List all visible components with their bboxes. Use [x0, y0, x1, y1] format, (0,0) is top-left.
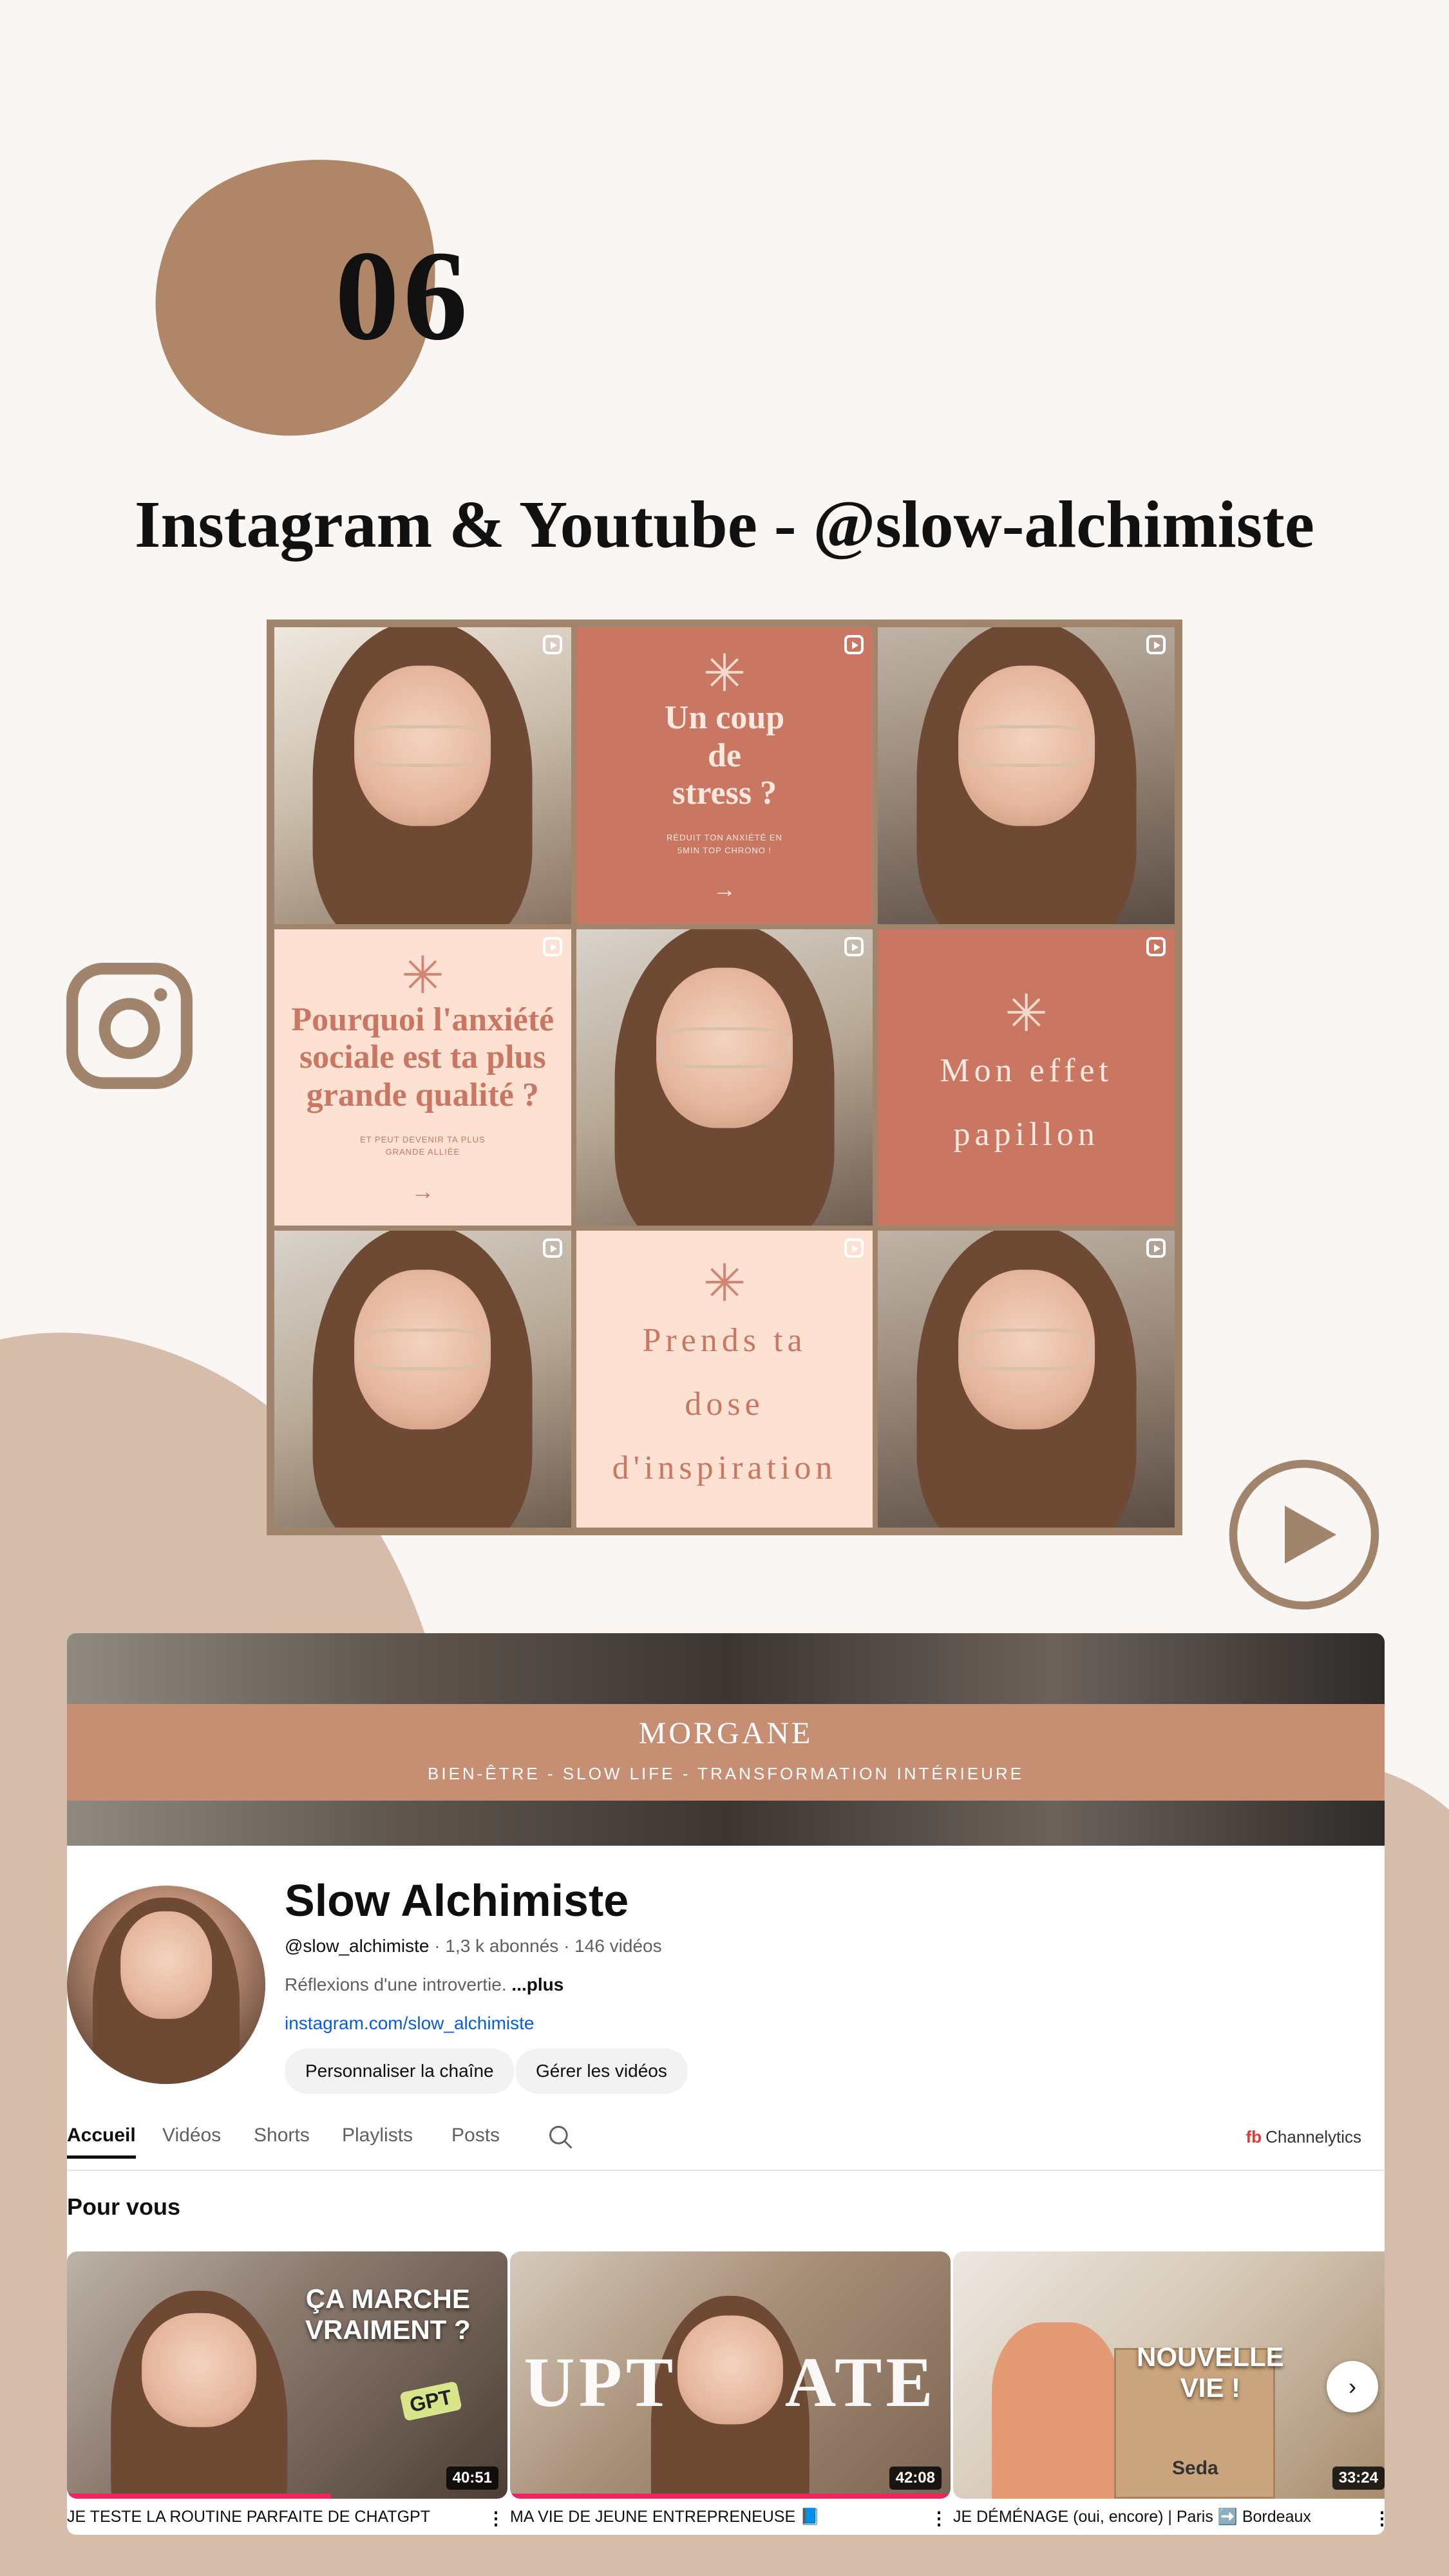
- video-duration: 42:08: [889, 2467, 942, 2490]
- arrow-right-icon: →: [411, 1177, 435, 1204]
- arrow-right-icon: →: [712, 876, 736, 903]
- tile-line: d'inspiration: [612, 1450, 837, 1487]
- tab-videos[interactable]: Vidéos: [162, 2125, 221, 2146]
- sun-icon: ✳: [703, 645, 746, 703]
- tile-line: Pourquoi l'anxiété: [291, 1001, 554, 1039]
- banner-tagline: BIEN-ÊTRE - SLOW LIFE - TRANSFORMATION I…: [428, 1764, 1024, 1783]
- watch-progress-bar: [510, 2494, 951, 2499]
- tile-line: stress ?: [672, 774, 777, 811]
- sun-icon: ✳: [703, 1255, 746, 1312]
- tile-line: grande qualité ?: [306, 1076, 539, 1113]
- video-duration: 33:24: [1332, 2467, 1385, 2490]
- tab-playlists[interactable]: Playlists: [342, 2125, 413, 2146]
- reel-icon: [1146, 635, 1166, 654]
- ig-post-photo[interactable]: [274, 627, 571, 924]
- reel-icon: [542, 635, 562, 654]
- reel-icon: [844, 1238, 864, 1258]
- tile-line: Prends ta: [642, 1322, 807, 1359]
- video-card[interactable]: NOUVELLE VIE ! Seda 33:24 JE DÉMÉNAGE (ou…: [953, 2251, 1385, 2526]
- channelytics-link[interactable]: fb Channelytics: [1246, 2127, 1361, 2147]
- tile-small: ET PEUT DEVENIR TA PLUS: [359, 1134, 486, 1144]
- channel-meta: @slow_alchimiste · 1,3 k abonnés · 146 v…: [285, 1936, 662, 1956]
- next-arrow-button[interactable]: ›: [1327, 2361, 1378, 2412]
- video-title: MA VIE DE JEUNE ENTREPRENEUSE 📘 ⋮: [510, 2508, 951, 2526]
- reel-icon: [1146, 936, 1166, 956]
- avatar[interactable]: [67, 1886, 265, 2084]
- more-options-icon[interactable]: ⋮: [930, 2508, 948, 2526]
- channel-description[interactable]: Réflexions d'une introvertie. ...plus: [285, 1975, 564, 1995]
- ig-post-text[interactable]: ✳ Un coup de stress ? RÉDUIT TON ANXIÉTÉ…: [576, 627, 873, 924]
- carousel-icon: [542, 936, 562, 956]
- ig-post-text[interactable]: ✳ Mon effet papillon: [878, 929, 1175, 1226]
- thumb-text: ÇA MARCHE VRAIMENT ?: [305, 2284, 471, 2345]
- more-options-icon[interactable]: ⋮: [487, 2508, 505, 2526]
- ig-post-photo[interactable]: [576, 929, 873, 1226]
- tile-line: sociale est ta plus: [299, 1039, 546, 1076]
- more-options-icon[interactable]: ⋮: [1373, 2508, 1385, 2526]
- video-title: JE DÉMÉNAGE (oui, encore) | Paris ➡️ Bor…: [953, 2508, 1385, 2526]
- watch-progress-bar: [67, 2494, 332, 2499]
- section-title: Pour vous: [67, 2193, 181, 2220]
- description-text: Réflexions d'une introvertie.: [285, 1975, 507, 1994]
- channel-name: Slow Alchimiste: [285, 1875, 629, 1926]
- manage-videos-button[interactable]: Gérer les vidéos: [515, 2049, 688, 2094]
- instagram-grid: ✳ Un coup de stress ? RÉDUIT TON ANXIÉTÉ…: [267, 620, 1182, 1535]
- video-thumbnail[interactable]: NOUVELLE VIE ! Seda 33:24: [953, 2251, 1385, 2499]
- tile-line: Mon effet: [940, 1052, 1113, 1090]
- video-card[interactable]: ÇA MARCHE VRAIMENT ? GPT 40:51 JE TESTE L…: [67, 2251, 507, 2526]
- tile-line: papillon: [953, 1115, 1099, 1153]
- channel-banner: MORGANE BIEN-ÊTRE - SLOW LIFE - TRANSFOR…: [67, 1633, 1385, 1846]
- tile-line: dose: [685, 1386, 764, 1423]
- ig-post-photo[interactable]: [878, 1231, 1175, 1528]
- channel-tabs: Accueil Vidéos Shorts Playlists Posts fb…: [67, 2119, 1385, 2171]
- description-more-link[interactable]: ...plus: [511, 1975, 564, 1994]
- video-duration: 40:51: [446, 2467, 498, 2490]
- ig-post-photo[interactable]: [274, 1231, 571, 1528]
- tab-posts[interactable]: Posts: [451, 2125, 500, 2146]
- channelytics-logo-icon: fb: [1245, 2127, 1262, 2146]
- channel-stats: · 1,3 k abonnés · 146 vidéos: [434, 1936, 662, 1956]
- reel-icon: [844, 936, 864, 956]
- laptop-badge: GPT: [399, 2381, 462, 2421]
- thumb-text: UPT ATE: [524, 2343, 937, 2421]
- tile-small: RÉDUIT TON ANXIÉTÉ EN: [667, 833, 782, 843]
- sun-icon: ✳: [401, 947, 444, 1005]
- channelytics-label: Channelytics: [1265, 2127, 1361, 2146]
- video-title: JE TESTE LA ROUTINE PARFAITE DE CHATGPT …: [67, 2508, 507, 2526]
- section-number: 06: [335, 225, 471, 367]
- channel-handle: @slow_alchimiste: [285, 1936, 430, 1956]
- search-icon[interactable]: [547, 2123, 575, 2152]
- page-title: Instagram & Youtube - @slow-alchimiste: [135, 488, 1314, 562]
- video-card[interactable]: UPT ATE 42:08 MA VIE DE JEUNE ENTREPRENE…: [510, 2251, 951, 2526]
- thumb-text: NOUVELLE VIE !: [1137, 2342, 1284, 2403]
- channel-link[interactable]: instagram.com/slow_alchimiste: [285, 2013, 534, 2034]
- tab-home[interactable]: Accueil: [67, 2125, 136, 2159]
- video-thumbnail[interactable]: UPT ATE 42:08: [510, 2251, 951, 2499]
- person-figure: [992, 2322, 1121, 2499]
- youtube-channel-panel: MORGANE BIEN-ÊTRE - SLOW LIFE - TRANSFOR…: [67, 1633, 1385, 2535]
- reel-icon: [1146, 1238, 1166, 1258]
- ig-post-text[interactable]: ✳ Pourquoi l'anxiété sociale est ta plus…: [274, 929, 571, 1226]
- ig-post-text[interactable]: ✳ Prends ta dose d'inspiration: [576, 1231, 873, 1528]
- video-thumbnail[interactable]: ÇA MARCHE VRAIMENT ? GPT 40:51: [67, 2251, 507, 2499]
- ig-post-photo[interactable]: [878, 627, 1175, 924]
- tile-line: de: [707, 737, 741, 774]
- customize-channel-button[interactable]: Personnaliser la chaîne: [285, 2049, 515, 2094]
- sun-icon: ✳: [1005, 985, 1048, 1043]
- tile-line: Un coup: [664, 699, 785, 737]
- tile-small: 5MIN TOP CHRONO !: [677, 845, 772, 855]
- play-circle-icon: [1229, 1459, 1379, 1610]
- instagram-icon: [66, 963, 193, 1089]
- banner-brand: MORGANE: [638, 1716, 813, 1750]
- tab-shorts[interactable]: Shorts: [254, 2125, 310, 2146]
- banner-band: MORGANE BIEN-ÊTRE - SLOW LIFE - TRANSFOR…: [67, 1704, 1385, 1801]
- tile-small: GRANDE ALLIÉE: [385, 1147, 460, 1157]
- carousel-icon: [844, 635, 864, 654]
- box-label: Seda: [1172, 2458, 1218, 2479]
- reel-icon: [542, 1238, 562, 1258]
